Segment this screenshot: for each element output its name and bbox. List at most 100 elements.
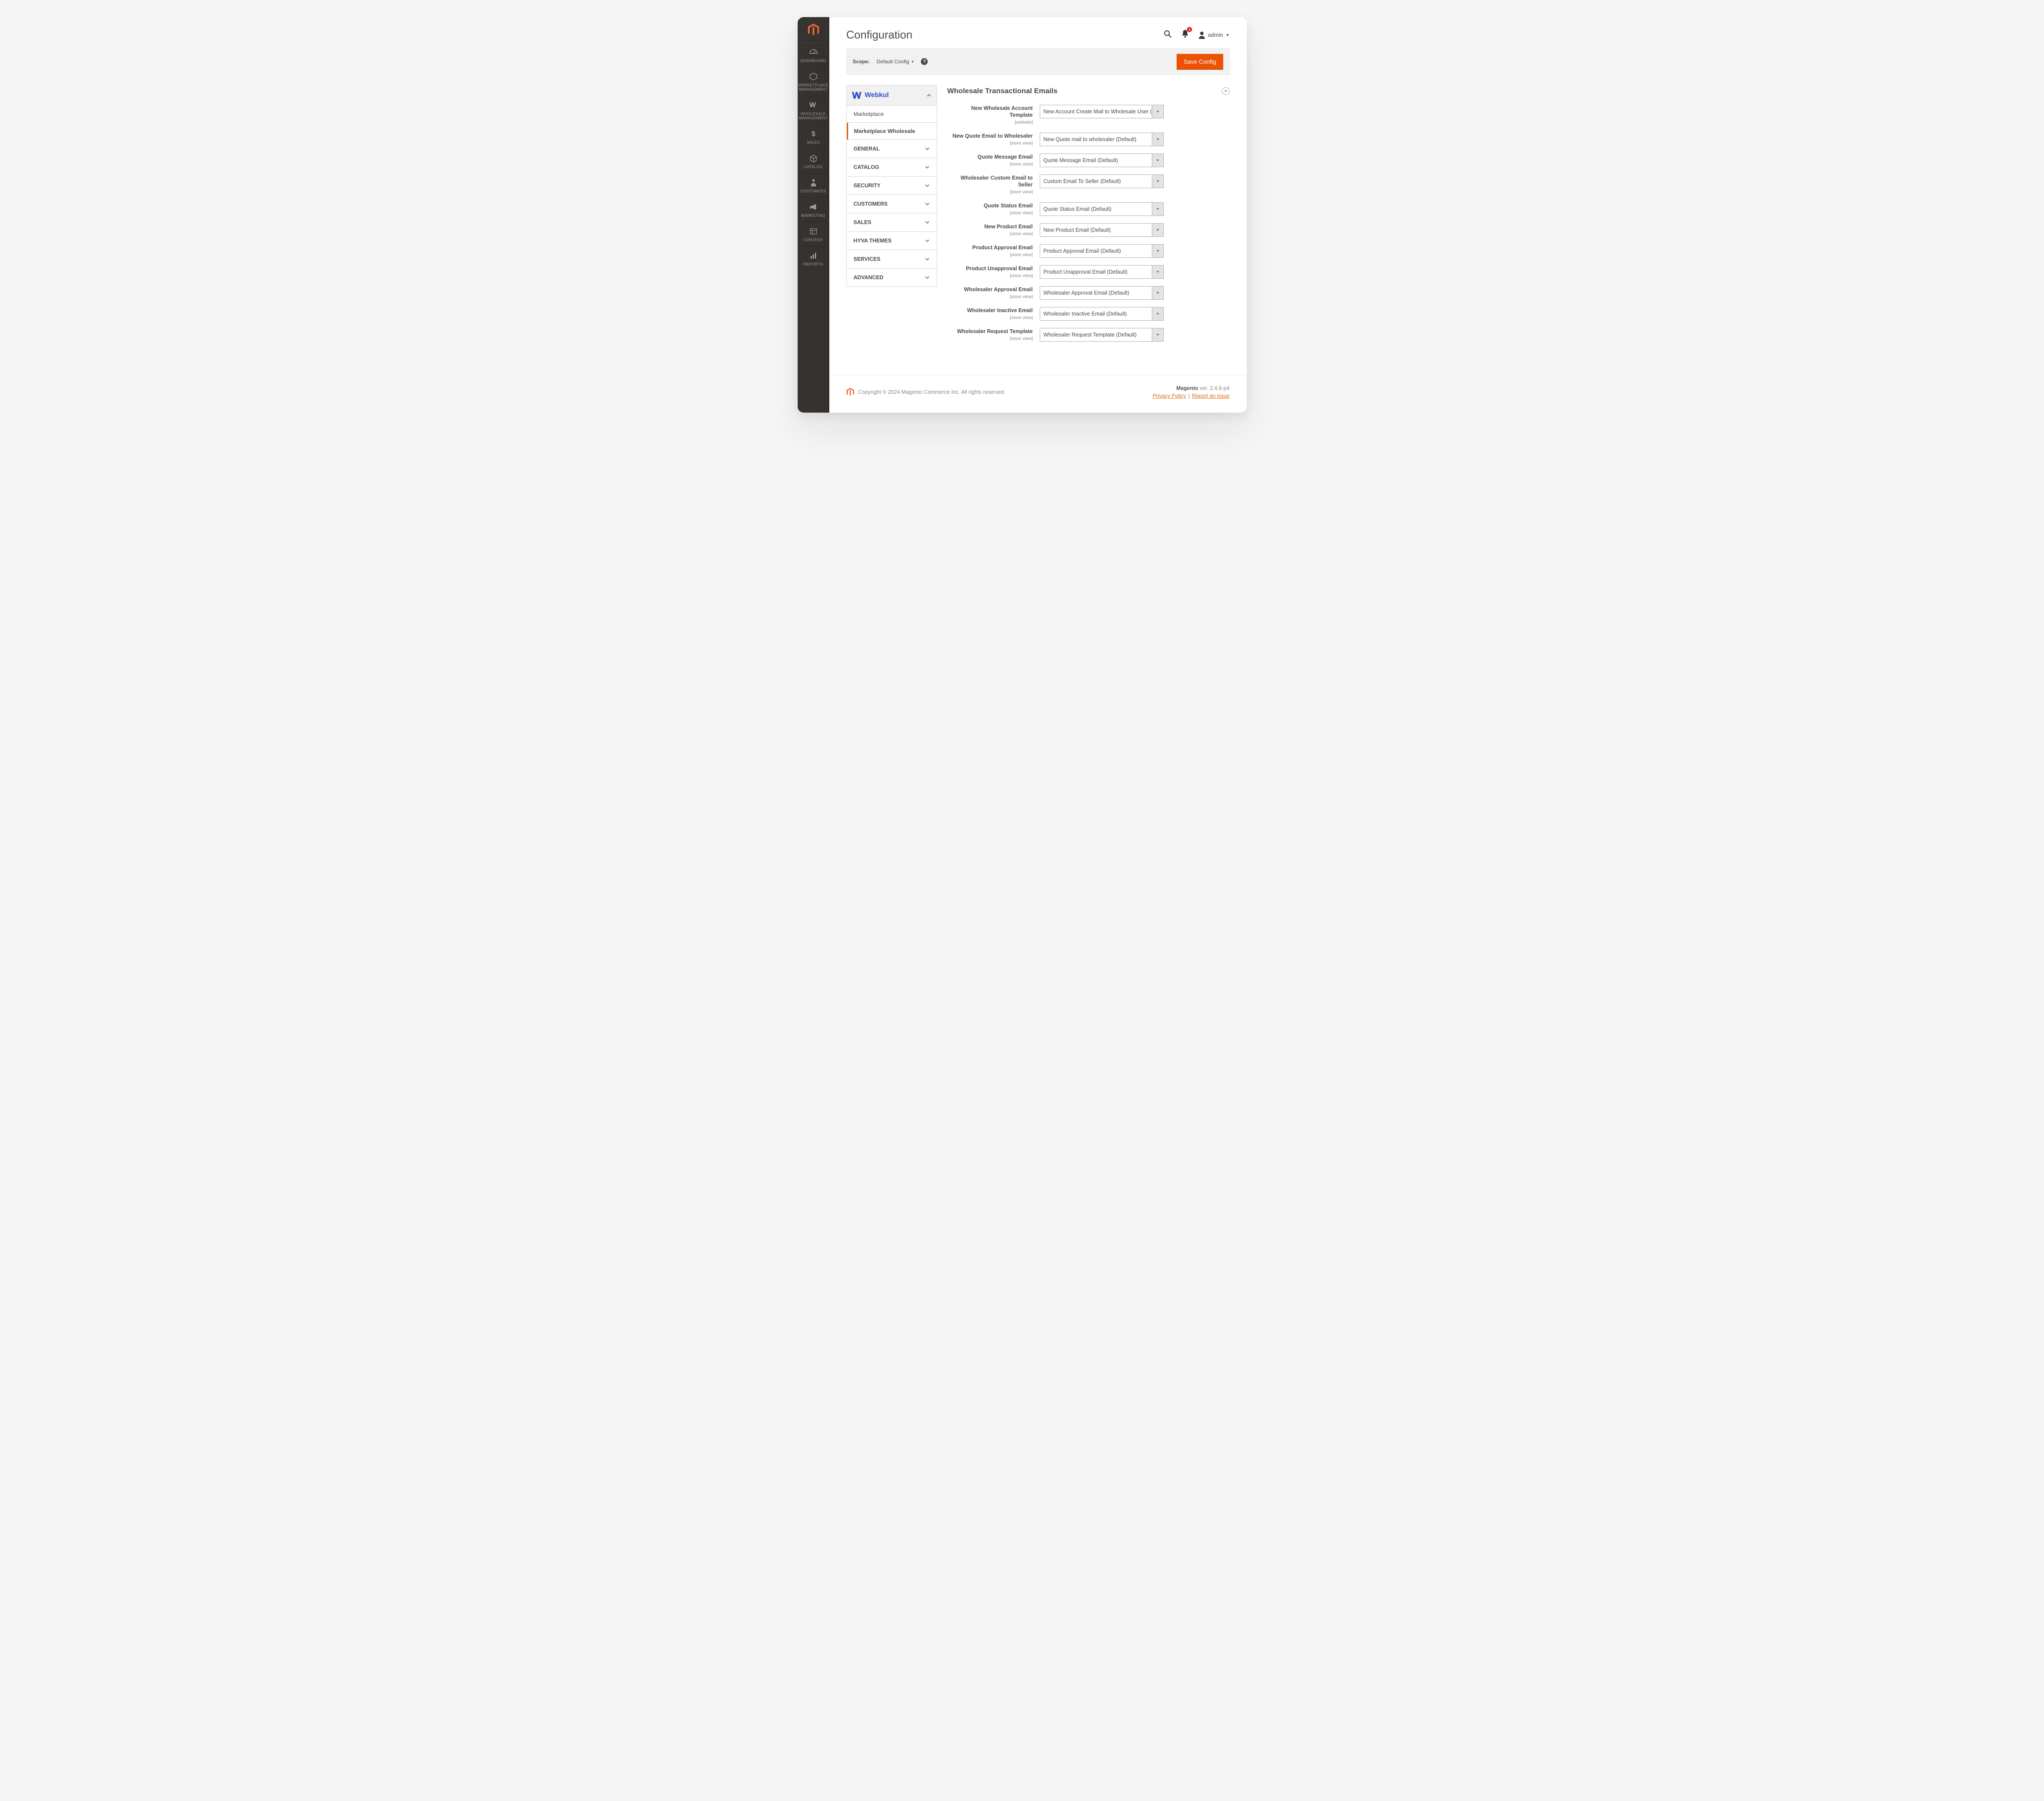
config-group-label: SALES (854, 219, 872, 225)
field-select-value: Wholesaler Approval Email (Default) (1040, 286, 1152, 299)
chevron-down-icon (1152, 105, 1163, 118)
sidebar-item-marketing[interactable]: MARKETING (798, 198, 829, 222)
sidebar-item-sales[interactable]: $ SALES (798, 124, 829, 149)
field-label: Wholesaler Inactive Email[store view] (947, 307, 1033, 321)
sidebar-item-reports[interactable]: REPORTS (798, 246, 829, 271)
sidebar-item-label: CUSTOMERS (800, 189, 826, 193)
sidebar-item-label: WHOLESALE MANAGEMENT (799, 112, 828, 120)
field-select-value: Product Approval Email (Default) (1040, 245, 1152, 257)
config-field-row: New Quote Email to Wholesaler[store view… (947, 133, 1230, 147)
config-group-item[interactable]: CUSTOMERS (847, 195, 937, 213)
footer-app-name: Magento (1176, 385, 1198, 391)
config-group-item[interactable]: SERVICES (847, 250, 937, 269)
notifications-icon[interactable]: 1 (1181, 30, 1189, 40)
chevron-down-icon (925, 201, 930, 207)
chevron-down-icon (1152, 203, 1163, 216)
sales-icon: $ (809, 129, 818, 139)
content-icon (809, 227, 818, 236)
search-icon[interactable] (1163, 30, 1172, 40)
svg-text:$: $ (811, 130, 815, 138)
field-select[interactable]: Quote Message Email (Default) (1040, 154, 1164, 167)
config-group-label: ADVANCED (854, 275, 884, 280)
privacy-policy-link[interactable]: Privacy Policy (1153, 393, 1186, 399)
config-group-item[interactable]: SECURITY (847, 177, 937, 195)
config-group-item[interactable]: SALES (847, 213, 937, 232)
config-group-item[interactable]: HYVA THEMES (847, 232, 937, 250)
magento-logo[interactable] (798, 17, 829, 43)
config-group-label: CATALOG (854, 164, 879, 170)
field-label: Product Unapproval Email[store view] (947, 265, 1033, 279)
chevron-down-icon (1152, 307, 1163, 320)
field-scope: [store view] (947, 293, 1033, 300)
field-scope: [store view] (947, 140, 1033, 147)
config-field-row: Quote Status Email[store view] Quote Stat… (947, 202, 1230, 216)
config-group-item[interactable]: GENERAL (847, 140, 937, 158)
collapse-icon (1222, 87, 1230, 95)
sidebar-item-label: MARKETPLACE MANAGEMENT (798, 83, 828, 92)
field-select[interactable]: New Quote mail to wholesaler (Default) (1040, 133, 1164, 146)
field-select[interactable]: Product Unapproval Email (Default) (1040, 265, 1164, 279)
magento-icon (808, 24, 819, 36)
field-select[interactable]: Product Approval Email (Default) (1040, 244, 1164, 258)
field-input: Wholesaler Request Template (Default) (1040, 328, 1164, 342)
field-input: Wholesaler Inactive Email (Default) (1040, 307, 1164, 321)
mp-mgmt-icon (809, 72, 818, 81)
field-input: New Account Create Mail to Wholesale Use… (1040, 105, 1164, 118)
scope-selector[interactable]: Default Config ▼ (875, 57, 916, 66)
field-input: Custom Email To Seller (Default) (1040, 174, 1164, 188)
config-vendor-header[interactable]: Webkul (847, 86, 937, 106)
field-select[interactable]: Wholesaler Inactive Email (Default) (1040, 307, 1164, 321)
field-input: Quote Status Email (Default) (1040, 202, 1164, 216)
save-config-button[interactable]: Save Config (1177, 54, 1223, 69)
config-field-row: Product Approval Email[store view]Produc… (947, 244, 1230, 258)
chevron-down-icon (925, 238, 930, 243)
field-select[interactable]: Custom Email To Seller (Default) (1040, 174, 1164, 188)
chevron-down-icon (925, 257, 930, 262)
field-scope: [store view] (947, 230, 1033, 237)
scope-bar: Scope: Default Config ▼ ? Save Config (846, 48, 1230, 75)
field-select[interactable]: Quote Status Email (Default) (1040, 202, 1164, 216)
sidebar-item-dashboard[interactable]: DASHBOARD (798, 43, 829, 67)
sidebar-item-label: SALES (807, 140, 820, 145)
field-scope: [store view] (947, 161, 1033, 168)
field-input: Product Unapproval Email (Default) (1040, 265, 1164, 279)
config-sub-item[interactable]: Marketplace (847, 106, 937, 123)
sidebar-item-label: MARKETING (801, 213, 825, 218)
field-input: Product Approval Email (Default) (1040, 244, 1164, 258)
account-menu[interactable]: admin ▼ (1198, 31, 1229, 39)
sidebar-item-catalog[interactable]: CATALOG (798, 149, 829, 173)
field-label: New Wholesale Account Template[website] (947, 105, 1033, 126)
field-scope: [store view] (947, 335, 1033, 342)
notification-badge: 1 (1187, 27, 1192, 32)
field-select-value: New Product Email (Default) (1040, 224, 1152, 236)
sidebar-item-ws-mgmt[interactable]: WHOLESALE MANAGEMENT (798, 96, 829, 124)
help-icon[interactable]: ? (921, 58, 928, 65)
field-select[interactable]: New Account Create Mail to Wholesale Use… (1040, 105, 1164, 118)
chevron-down-icon (925, 275, 930, 280)
field-input: Wholesaler Approval Email (Default) (1040, 286, 1164, 300)
sidebar-item-mp-mgmt[interactable]: MARKETPLACE MANAGEMENT (798, 67, 829, 96)
config-field-row: Wholesaler Custom Email to Seller[store … (947, 174, 1230, 195)
field-input: New Quote mail to wholesaler (Default) (1040, 133, 1164, 146)
chevron-down-icon (925, 165, 930, 170)
field-select[interactable]: New Product Email (Default) (1040, 223, 1164, 237)
sidebar-item-content[interactable]: CONTENT (798, 222, 829, 246)
config-group-item[interactable]: ADVANCED (847, 269, 937, 286)
config-sub-item[interactable]: Marketplace Wholesale (847, 123, 937, 140)
footer-version: ver. 2.4.6-p4 (1200, 385, 1230, 391)
config-group-item[interactable]: CATALOG (847, 158, 937, 177)
chevron-down-icon (1152, 328, 1163, 341)
chevron-down-icon (1152, 245, 1163, 257)
config-field-row: Wholesaler Request Template[store view]W… (947, 328, 1230, 342)
sidebar-item-customers[interactable]: CUSTOMERS (798, 173, 829, 198)
chevron-down-icon (925, 220, 930, 225)
config-vendor-name: Webkul (865, 92, 889, 99)
field-label: Wholesaler Custom Email to Seller[store … (947, 174, 1033, 195)
report-issue-link[interactable]: Report an issue (1192, 393, 1230, 399)
field-select[interactable]: Wholesaler Request Template (Default) (1040, 328, 1164, 342)
field-label: Quote Status Email[store view] (947, 202, 1033, 216)
webkul-icon (852, 92, 862, 99)
form-section-header[interactable]: Wholesale Transactional Emails (947, 85, 1230, 105)
sidebar-item-label: CONTENT (804, 238, 823, 242)
field-select[interactable]: Wholesaler Approval Email (Default) (1040, 286, 1164, 300)
